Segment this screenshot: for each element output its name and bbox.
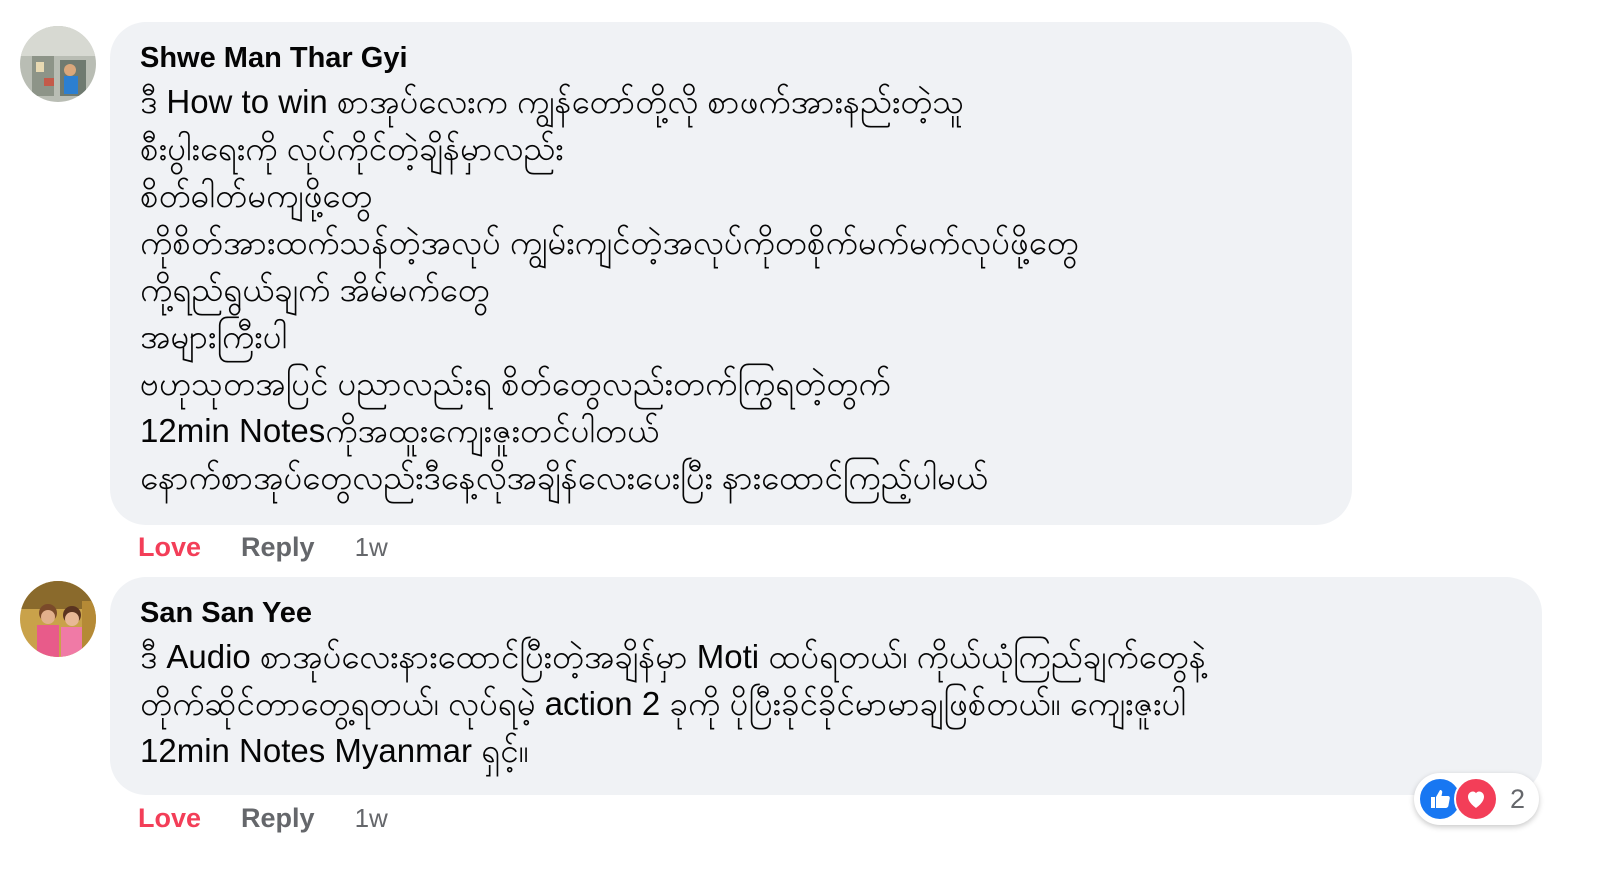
comment-timestamp[interactable]: 1w [355, 803, 388, 834]
comment-line: စိတ်ဓါတ်မကျဖို့တွေ [140, 177, 373, 214]
love-button[interactable]: Love [138, 803, 201, 834]
previous-comment-cutoff [150, 0, 870, 2]
comment-line: ဒီ Audio စာအုပ်လေးနားထောင်ပြီးတဲ့အချိန်မ… [140, 638, 1206, 675]
comment-line: နောက်စာအုပ်တွေလည်းဒီနေ့လိုအချိန်လေးပေးပြ… [140, 459, 988, 496]
reply-button[interactable]: Reply [241, 532, 315, 563]
comment-line: ဗဟုသုတအပြင် ပညာလည်းရ စိတ်တွေလည်းတက်ကြွရတ… [140, 365, 891, 402]
comment-text: ဒီ Audio စာအုပ်လေးနားထောင်ပြီးတဲ့အချိန်မ… [140, 633, 1512, 774]
comment-line: အများကြီးပါ [140, 318, 288, 355]
comment-author[interactable]: Shwe Man Thar Gyi [140, 40, 1322, 76]
comment-actions: Love Reply 1w [138, 527, 388, 567]
comment-line: ကို့ရည်ရွယ်ချက် အိမ်မက်တွေ [140, 271, 490, 308]
comment-line: 12min Notes Myanmar ရှင့်။ [140, 732, 529, 769]
avatar[interactable] [20, 581, 96, 657]
reply-button[interactable]: Reply [241, 803, 315, 834]
comment-line: ကိုစိတ်အားထက်သန်တဲ့အလုပ် ကျွမ်းကျင်တဲ့အလ… [140, 224, 1079, 261]
profile-photo-icon [20, 581, 96, 657]
comment-timestamp[interactable]: 1w [355, 532, 388, 563]
comments-thread: Shwe Man Thar Gyi ဒီ How to win စာအုပ်လေ… [0, 0, 1600, 875]
comment-line: ဒီ How to win စာအုပ်လေးက ကျွန်တော်တို့လိ… [140, 83, 965, 120]
comment-author[interactable]: San San Yee [140, 595, 1512, 631]
comment-line: တိုက်ဆိုင်တာတွေ့ရတယ်၊ လုပ်ရမဲ့ action 2 … [140, 685, 1186, 722]
comment-text: ဒီ How to win စာအုပ်လေးက ကျွန်တော်တို့လိ… [140, 78, 1322, 501]
avatar[interactable] [20, 26, 96, 102]
love-button[interactable]: Love [138, 532, 201, 563]
reaction-count: 2 [1510, 783, 1526, 814]
comment-line: 12min Notesကိုအထူးကျေးဇူးတင်ပါတယ် [140, 412, 660, 449]
comment-line: စီးပွါးရေးကို လုပ်ကိုင်တဲ့ချိန်မှာလည်း [140, 130, 564, 167]
comment-bubble: Shwe Man Thar Gyi ဒီ How to win စာအုပ်လေ… [110, 22, 1352, 525]
comment-actions: Love Reply 1w [138, 798, 388, 838]
comment-bubble: San San Yee ဒီ Audio စာအုပ်လေးနားထောင်ပြ… [110, 577, 1542, 795]
love-icon [1454, 777, 1498, 821]
profile-photo-icon [20, 26, 96, 102]
reaction-summary[interactable]: 2 [1414, 773, 1540, 825]
